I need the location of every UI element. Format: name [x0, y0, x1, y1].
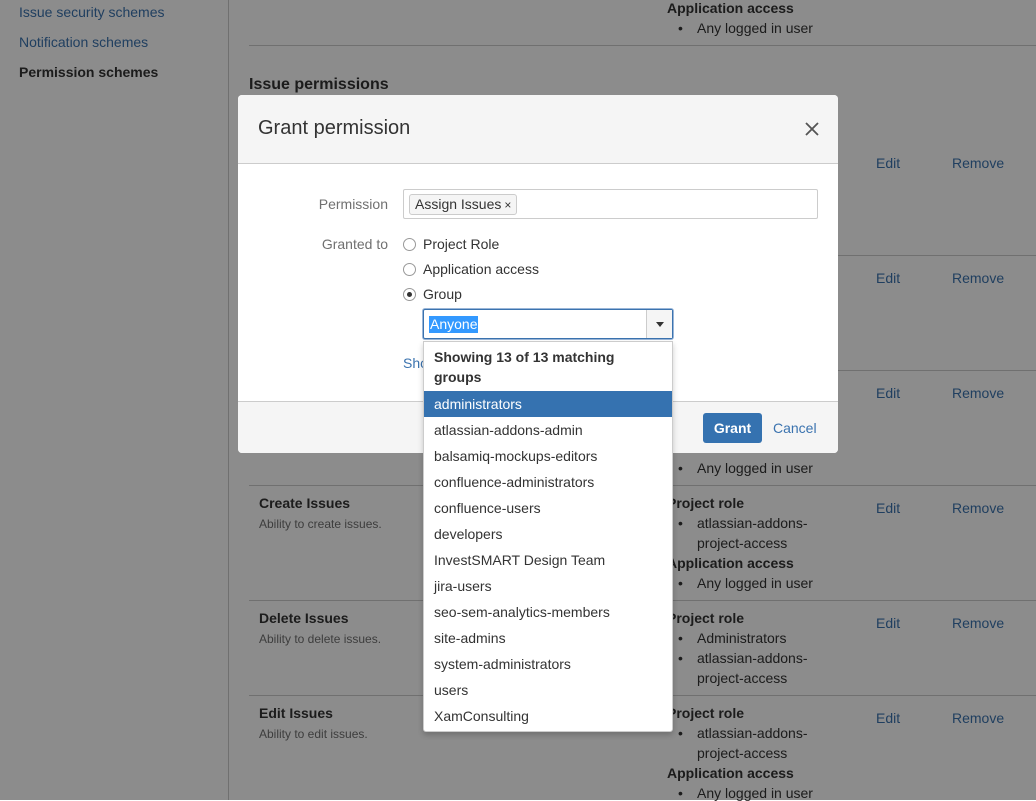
radio-label: Project Role	[423, 236, 500, 252]
group-option[interactable]: administrators	[424, 391, 672, 417]
group-option[interactable]: users	[424, 677, 672, 703]
radio-application-access[interactable]	[403, 262, 416, 276]
group-select[interactable]: Anyone	[423, 309, 673, 339]
group-option[interactable]: seo-sem-analytics-members	[424, 599, 672, 625]
dialog-header: Grant permission	[238, 95, 838, 164]
cancel-button[interactable]: Cancel	[773, 420, 817, 436]
dropdown-header: Showing 13 of 13 matching groups	[434, 349, 615, 385]
group-option[interactable]: developers	[424, 521, 672, 547]
token-remove-icon[interactable]: ×	[504, 198, 511, 212]
group-option[interactable]: site-admins	[424, 625, 672, 651]
group-option[interactable]: XamConsulting	[424, 703, 672, 729]
group-option[interactable]: confluence-administrators	[424, 469, 672, 495]
group-dropdown: Showing 13 of 13 matching groups adminis…	[423, 341, 673, 732]
radio-label: Application access	[423, 261, 539, 277]
option-application-access[interactable]: Application access	[403, 260, 539, 278]
group-option[interactable]: balsamiq-mockups-editors	[424, 443, 672, 469]
group-option[interactable]: system-administrators	[424, 651, 672, 677]
group-option[interactable]: atlassian-addons-admin	[424, 417, 672, 443]
group-option[interactable]: InvestSMART Design Team	[424, 547, 672, 573]
dialog-title: Grant permission	[258, 117, 411, 139]
radio-label: Group	[423, 286, 462, 302]
option-group[interactable]: Group	[403, 285, 462, 303]
group-list: administrators atlassian-addons-admin bals…	[424, 391, 672, 729]
chevron-down-icon[interactable]	[646, 310, 672, 338]
radio-group[interactable]	[403, 287, 416, 301]
group-option[interactable]: jira-users	[424, 573, 672, 599]
permission-label: Permission	[318, 196, 388, 212]
granted-to-label: Granted to	[321, 236, 388, 252]
grant-button[interactable]: Grant	[703, 413, 762, 443]
group-option[interactable]: confluence-users	[424, 495, 672, 521]
close-icon[interactable]	[802, 119, 822, 139]
permission-token: Assign Issues ×	[409, 194, 518, 215]
radio-project-role[interactable]	[403, 237, 416, 251]
option-project-role[interactable]: Project Role	[403, 235, 499, 253]
permission-field[interactable]: Assign Issues ×	[403, 189, 818, 219]
group-select-value: Anyone	[429, 316, 479, 333]
permission-token-label: Assign Issues	[415, 196, 502, 212]
